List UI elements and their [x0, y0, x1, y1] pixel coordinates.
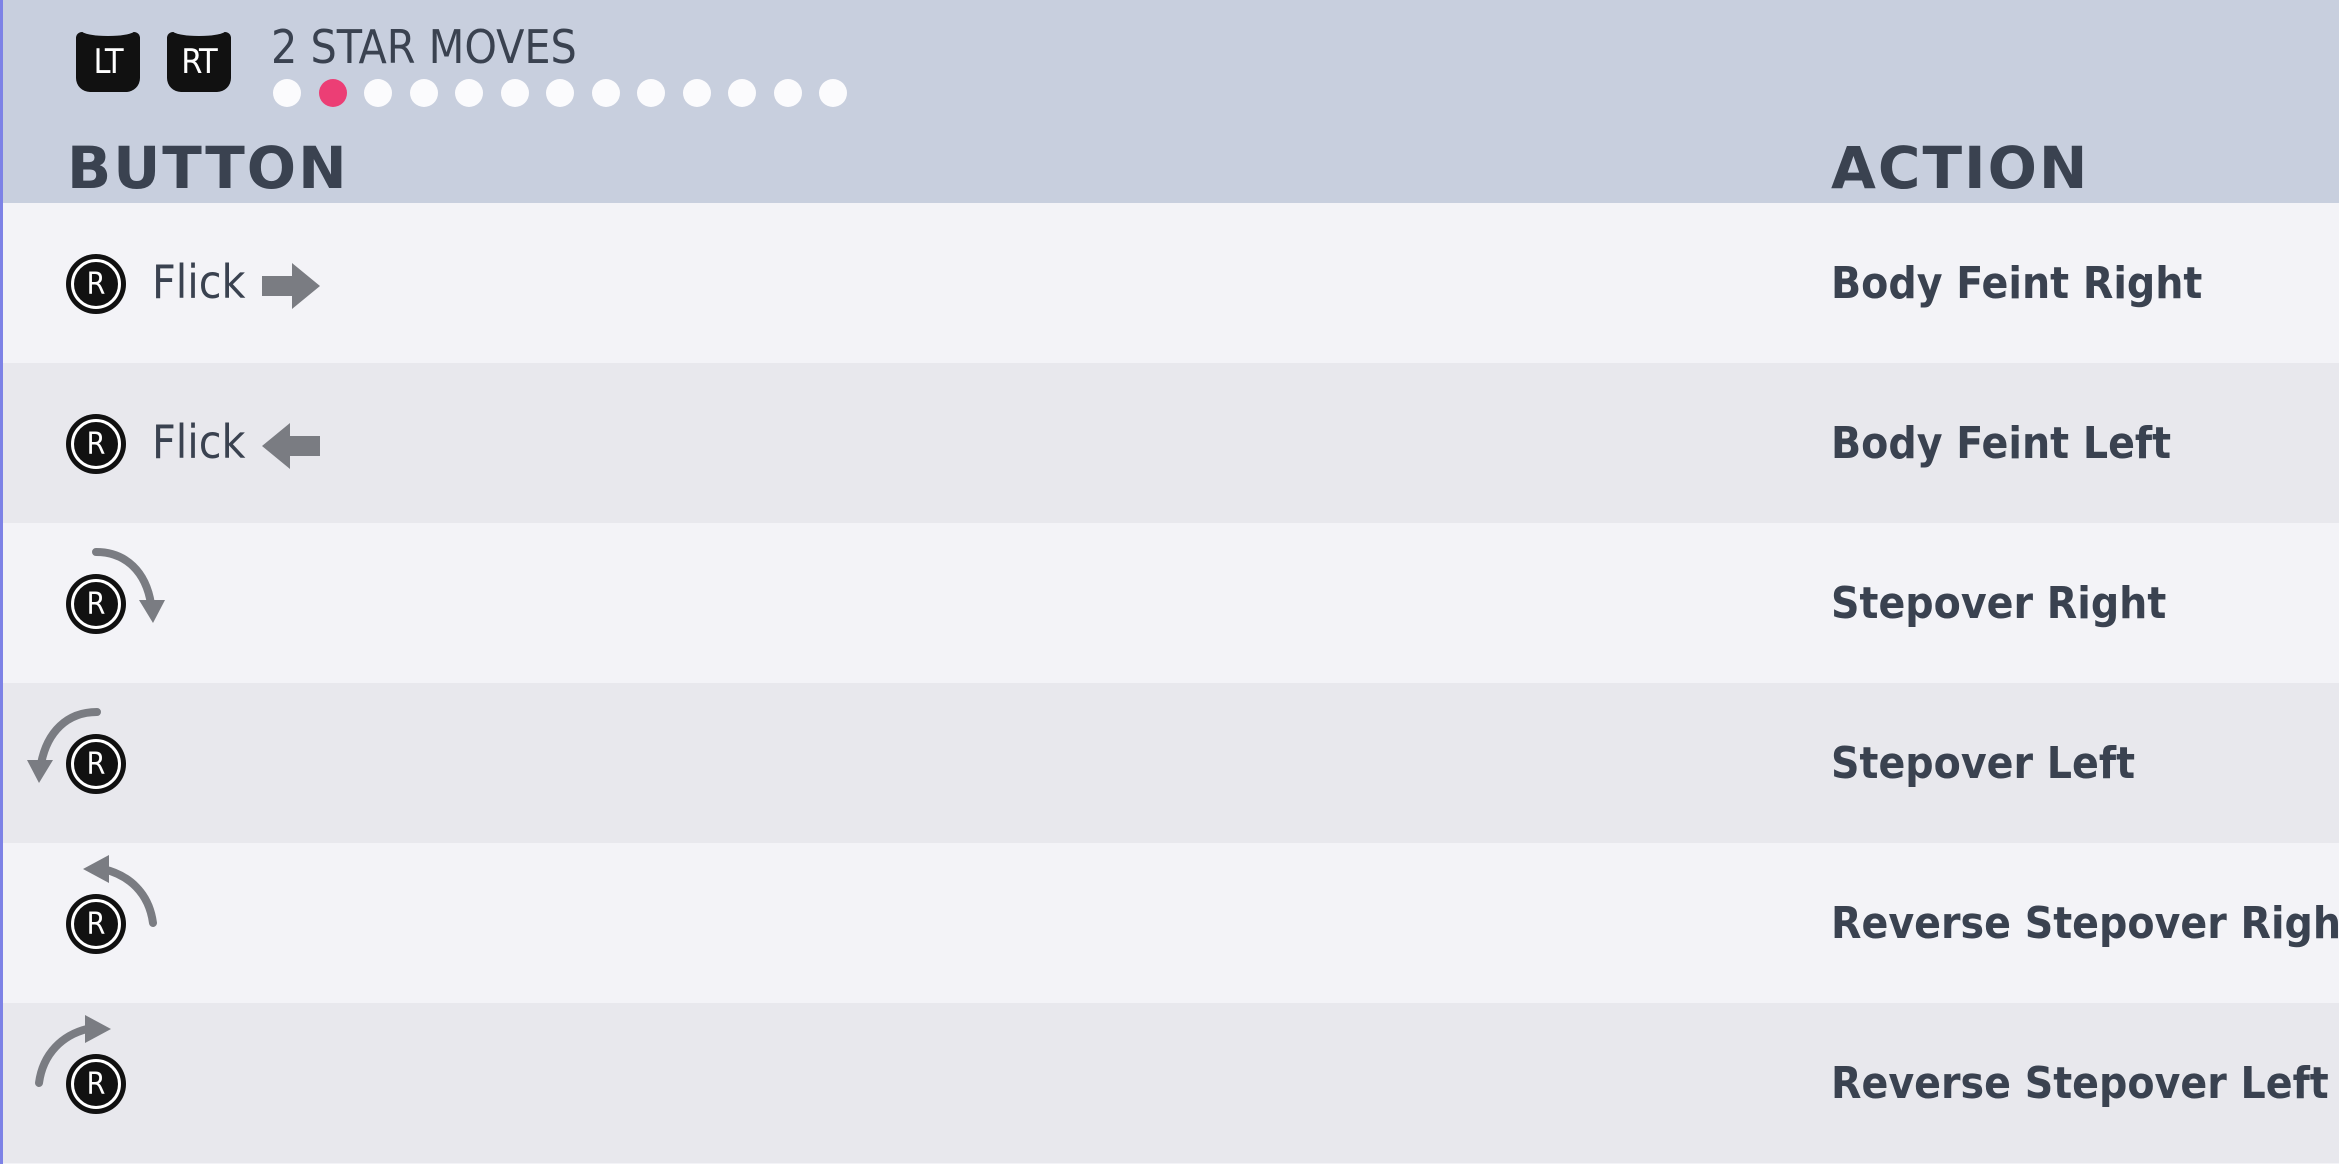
page-dot-4[interactable]	[409, 79, 438, 107]
action-label: Body Feint Right	[1831, 258, 2203, 309]
page-dot-1[interactable]	[273, 79, 301, 107]
header-bar: LT RT 2 STAR MOVES BUTTON ACTION	[3, 0, 2339, 203]
page-dot-2-active[interactable]	[318, 79, 347, 107]
right-stick-icon: R	[66, 894, 126, 954]
table-row: R Flick Body Feint Right	[3, 203, 2339, 363]
table-row: R Stepover Left	[3, 683, 2339, 843]
action-label: Reverse Stepover Right	[1831, 898, 2339, 949]
right-stick-icon: R	[66, 254, 126, 314]
rt-trigger-icon[interactable]: RT	[167, 26, 231, 92]
input-label: Flick	[152, 255, 246, 309]
action-label: Stepover Left	[1831, 738, 2136, 789]
page-dot-8[interactable]	[591, 79, 620, 107]
page-dot-7[interactable]	[546, 79, 574, 107]
page-indicator	[273, 79, 865, 107]
table-row: R Flick Body Feint Left	[3, 363, 2339, 523]
page-dot-3[interactable]	[364, 79, 392, 107]
right-stick-icon: R	[66, 574, 126, 634]
lt-trigger-icon[interactable]: LT	[76, 26, 140, 92]
button-column-header: BUTTON	[67, 134, 349, 202]
input-label: Flick	[152, 415, 246, 469]
page-dot-13[interactable]	[819, 79, 847, 107]
page-title: 2 STAR MOVES	[271, 20, 577, 74]
lt-label: LT	[93, 42, 123, 82]
right-stick-icon: R	[66, 414, 126, 474]
rt-label: RT	[181, 42, 217, 82]
action-label: Body Feint Left	[1831, 418, 2172, 469]
page-dot-9[interactable]	[637, 79, 665, 107]
page-dot-10[interactable]	[682, 79, 711, 107]
table-row: R Reverse Stepover Left	[3, 1003, 2339, 1163]
page-dot-11[interactable]	[728, 79, 756, 107]
action-label: Stepover Right	[1831, 578, 2167, 629]
page-dot-5[interactable]	[455, 79, 483, 107]
right-stick-icon: R	[66, 734, 126, 794]
table-row: R Reverse Stepover Right	[3, 843, 2339, 1003]
arrow-left-icon	[262, 423, 320, 469]
action-label: Reverse Stepover Left	[1831, 1058, 2329, 1109]
page-dot-6[interactable]	[500, 79, 529, 107]
right-stick-icon: R	[66, 1054, 126, 1114]
action-column-header: ACTION	[1831, 134, 2090, 202]
table-row: R Stepover Right	[3, 523, 2339, 683]
arrow-right-icon	[262, 263, 320, 309]
page-dot-12[interactable]	[773, 79, 802, 107]
